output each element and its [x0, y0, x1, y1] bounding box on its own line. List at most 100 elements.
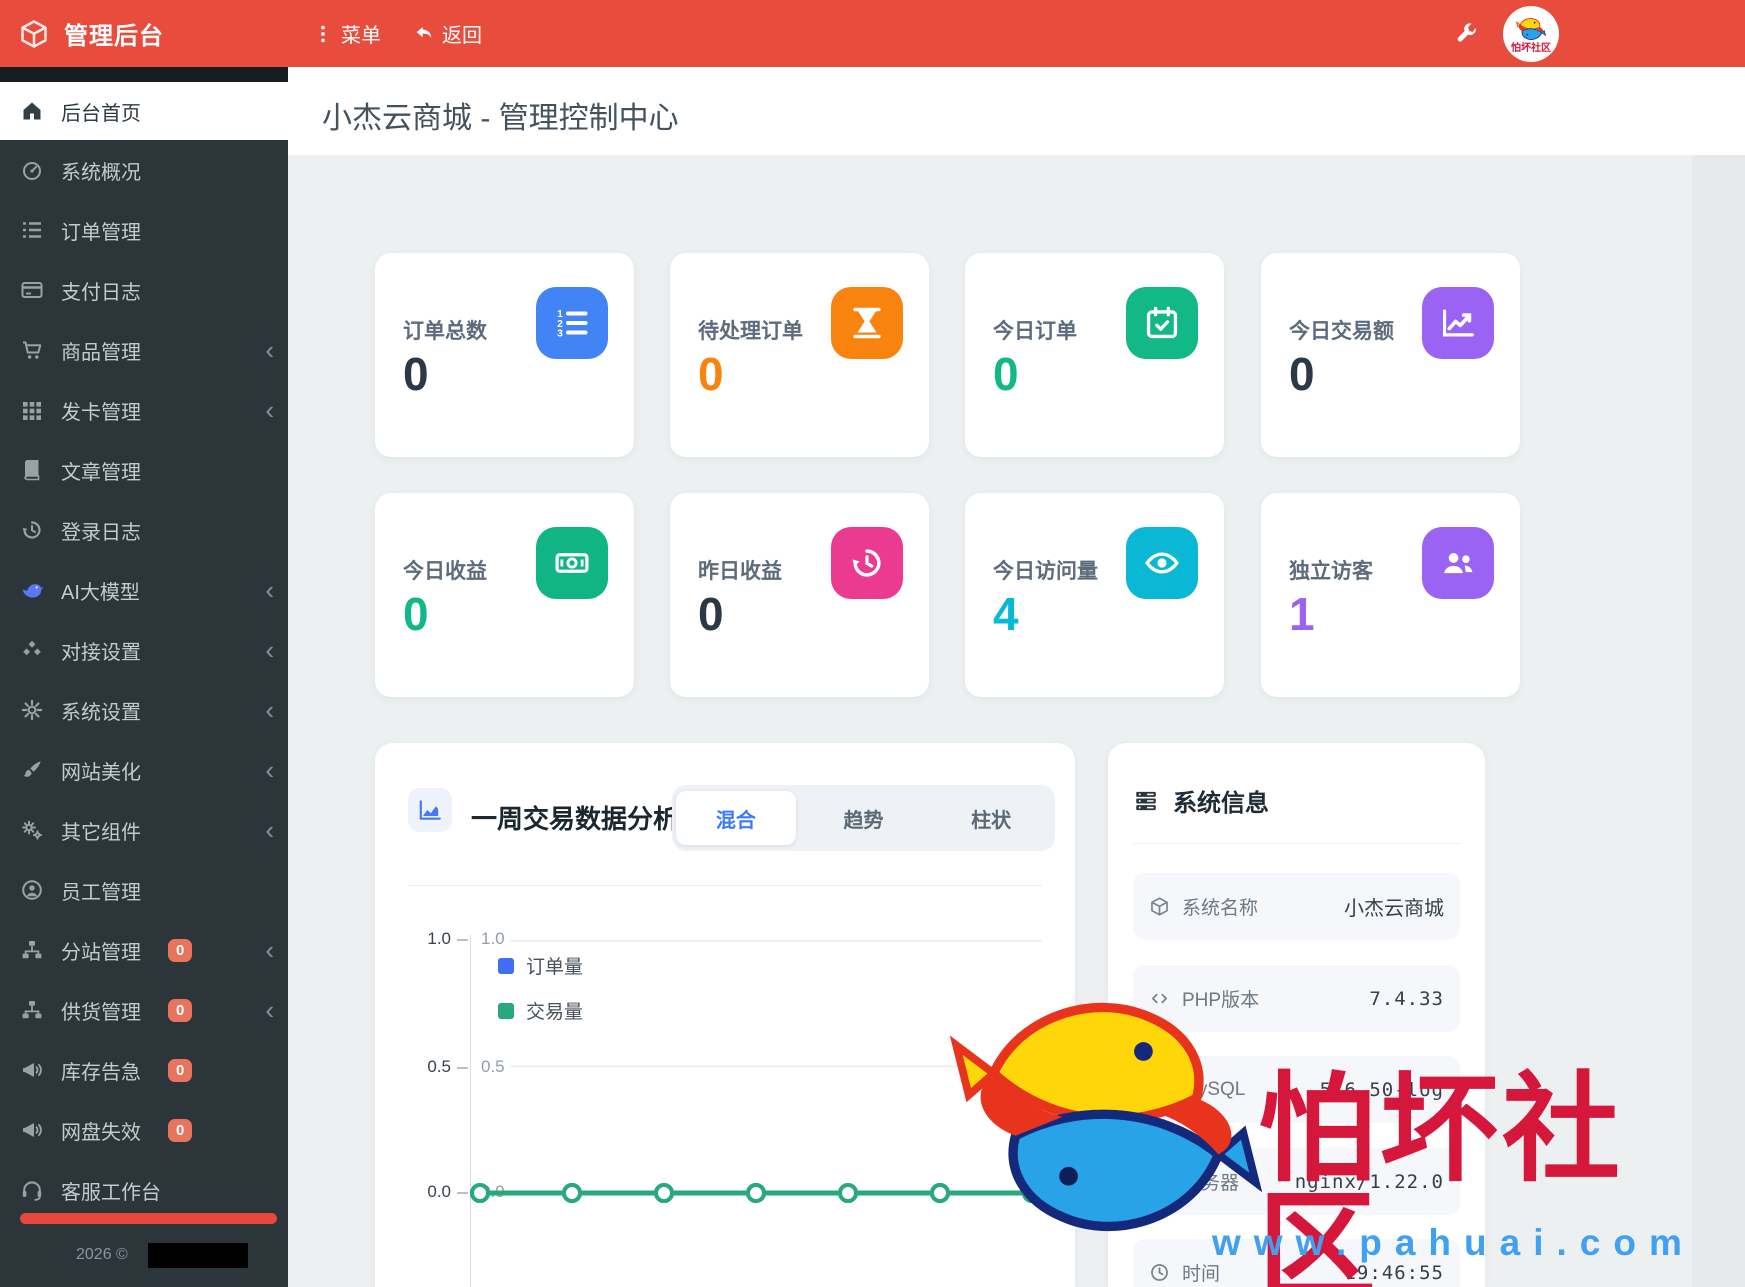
tab-bar[interactable]: 柱状: [931, 791, 1051, 845]
stat-value: 0: [698, 348, 724, 400]
sidebar-item-orders[interactable]: 订单管理: [0, 200, 288, 260]
legend-item-orders[interactable]: 订单量: [498, 952, 583, 979]
bullhorn-icon: [20, 1058, 44, 1082]
stat-value: 0: [1289, 348, 1315, 400]
history-icon: [831, 527, 903, 599]
avatar-caption: 怕坏社区: [1511, 42, 1551, 54]
page-title: 小杰云商城 - 管理控制中心: [322, 102, 679, 135]
sidebar-item-home[interactable]: 后台首页: [0, 82, 288, 140]
brand: 管理后台: [0, 16, 280, 51]
sidebar-item-settings[interactable]: 系统设置 ‹: [0, 680, 288, 740]
chevron-left-icon: ‹: [265, 395, 274, 425]
stat-label: 今日订单: [993, 320, 1077, 343]
sidebar-item-beautify[interactable]: 网站美化 ‹: [0, 740, 288, 800]
info-label: MySQL: [1182, 1078, 1246, 1100]
list-ol-icon: [536, 287, 608, 359]
clock-icon: [1149, 1262, 1170, 1283]
info-row-system-name: 系统名称 小杰云商城: [1133, 873, 1460, 940]
globe-icon: [1149, 1171, 1170, 1192]
sidebar-item-label: 客服工作台: [61, 1181, 161, 1204]
sidebar-item-card-issuing[interactable]: 发卡管理 ‹: [0, 380, 288, 440]
stat-value: 4: [993, 588, 1019, 640]
sidebar-item-label: AI大模型: [61, 581, 140, 604]
sidebar-item-stock-alert[interactable]: 库存告急 0: [0, 1040, 288, 1100]
code-icon: [1149, 988, 1170, 1009]
back-button[interactable]: 返回: [413, 19, 482, 48]
whale-icon: [20, 578, 44, 602]
y-axis-tick-label: 0.0: [427, 1182, 451, 1201]
tab-trend[interactable]: 趋势: [804, 791, 924, 845]
server-icon: [1133, 788, 1159, 814]
stat-value: 0: [698, 588, 724, 640]
stat-card-today-orders: 今日订单 0: [965, 253, 1224, 457]
legend-item-trades[interactable]: 交易量: [498, 997, 583, 1024]
sidebar-item-ai-model[interactable]: AI大模型 ‹: [0, 560, 288, 620]
wrench-icon[interactable]: [1453, 21, 1479, 47]
sidebar-item-integration[interactable]: 对接设置 ‹: [0, 620, 288, 680]
sidebar-item-articles[interactable]: 文章管理: [0, 440, 288, 500]
avatar[interactable]: 怕坏社区: [1503, 5, 1559, 62]
sidebar-item-label: 其它组件: [61, 821, 141, 844]
chevron-left-icon: ‹: [265, 635, 274, 665]
sidebar-item-label: 分站管理: [61, 941, 141, 964]
sidebar-item-substation[interactable]: 分站管理 0 ‹: [0, 920, 288, 980]
title-band: 小杰云商城 - 管理控制中心: [288, 67, 1745, 155]
sidebar-item-label: 对接设置: [61, 641, 141, 664]
area-chart-icon: [408, 788, 452, 832]
chevron-left-icon: ‹: [265, 995, 274, 1025]
sidebar-item-overview[interactable]: 系统概况: [0, 140, 288, 200]
sidebar-item-netdisk-invalid[interactable]: 网盘失效 0: [0, 1100, 288, 1160]
info-row-php-version: PHP版本 7.4.33: [1133, 965, 1460, 1032]
headset-icon: [20, 1178, 44, 1202]
user-circle-icon: [20, 878, 44, 902]
stat-label: 今日访问量: [993, 560, 1098, 583]
info-label: 时间: [1182, 1264, 1221, 1285]
legend-label: 订单量: [526, 957, 584, 978]
topbar: 管理后台 菜单 返回 怕坏社区: [0, 0, 1745, 67]
stat-card-today-income: 今日收益 0: [375, 493, 634, 697]
stat-card-total-orders: 订单总数 0: [375, 253, 634, 457]
tab-mixed[interactable]: 混合: [676, 791, 796, 845]
database-icon: [1149, 1079, 1170, 1100]
sidebar-item-label: 网盘失效: [61, 1121, 141, 1144]
history-icon: [20, 518, 44, 542]
stat-card-pending-orders: 待处理订单 0: [670, 253, 929, 457]
info-value: 5.6.50-log: [1319, 1078, 1444, 1101]
info-row-time: 时间 19:46:55: [1133, 1239, 1460, 1287]
chevron-left-icon: ‹: [265, 695, 274, 725]
menu-button[interactable]: 菜单: [312, 19, 381, 48]
chart-title: 一周交易数据分析: [471, 804, 680, 834]
home-icon: [20, 99, 44, 123]
admin-dashboard: 管理后台 菜单 返回 怕坏社区 后台首页 系统概况 订单管理 支付日志 商品管理…: [0, 0, 1745, 1287]
info-label: 服务器: [1182, 1173, 1240, 1194]
sidebar-top-strip: [0, 67, 288, 82]
hourglass-icon: [831, 287, 903, 359]
badge-count: 0: [168, 1118, 193, 1142]
sidebar-item-label: 订单管理: [61, 221, 141, 244]
topbar-right: 怕坏社区: [1453, 5, 1745, 62]
right-gutter: [1692, 155, 1745, 1287]
fish-logo-icon: [1512, 14, 1550, 44]
sidebar-item-label: 员工管理: [61, 881, 141, 904]
sidebar-item-label: 登录日志: [61, 521, 141, 544]
sidebar-item-staff[interactable]: 员工管理: [0, 860, 288, 920]
sidebar-item-label: 后台首页: [61, 102, 141, 125]
sidebar-item-login-log[interactable]: 登录日志: [0, 500, 288, 560]
sidebar-item-label: 系统设置: [61, 701, 141, 724]
sidebar-item-payment-log[interactable]: 支付日志: [0, 260, 288, 320]
credit-card-icon: [20, 278, 44, 302]
sidebar-item-products[interactable]: 商品管理 ‹: [0, 320, 288, 380]
stat-label: 今日交易额: [1289, 320, 1394, 343]
sidebar-item-label: 系统概况: [61, 161, 141, 184]
bullhorn-icon: [20, 1118, 44, 1142]
gears-icon: [20, 818, 44, 842]
badge-count: 0: [168, 998, 193, 1022]
sidebar-item-components[interactable]: 其它组件 ‹: [0, 800, 288, 860]
book-icon: [20, 458, 44, 482]
sidebar-item-support-desk[interactable]: 客服工作台: [0, 1160, 288, 1220]
axis-tick: [457, 939, 468, 941]
chart-tabs: 混合 趋势 柱状: [672, 785, 1055, 851]
info-label: PHP版本: [1182, 990, 1260, 1011]
trend-plot: [470, 940, 1042, 1203]
sidebar-item-supply[interactable]: 供货管理 0 ‹: [0, 980, 288, 1040]
